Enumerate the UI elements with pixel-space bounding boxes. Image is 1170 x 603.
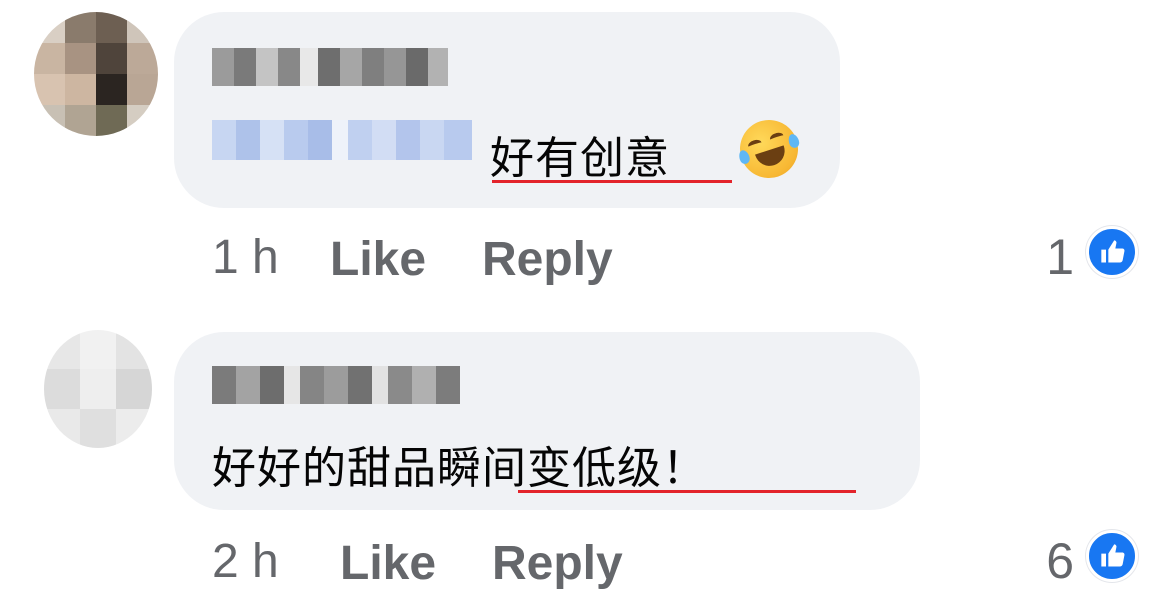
avatar[interactable] xyxy=(34,12,158,136)
reaction-count[interactable]: 6 xyxy=(1030,532,1074,590)
comment-timestamp[interactable]: 1 h xyxy=(212,230,279,285)
spellcheck-underline xyxy=(518,490,856,493)
thumbs-up-icon xyxy=(1101,240,1125,263)
comment-timestamp[interactable]: 2 h xyxy=(212,534,279,589)
author-name-redacted[interactable] xyxy=(212,366,460,404)
avatar[interactable] xyxy=(44,330,152,448)
reaction-count[interactable]: 1 xyxy=(1030,228,1074,286)
author-name-redacted[interactable] xyxy=(212,48,448,86)
like-reaction-icon[interactable] xyxy=(1086,226,1138,278)
comment-text: 好好的甜品瞬间变低级！ xyxy=(212,443,707,494)
mention-name-redacted[interactable] xyxy=(212,120,476,160)
reply-button[interactable]: Reply xyxy=(482,232,613,287)
like-button[interactable]: Like xyxy=(330,232,426,287)
comment-text: 好有创意 xyxy=(490,133,670,184)
reply-button[interactable]: Reply xyxy=(492,536,623,591)
spellcheck-underline xyxy=(492,180,732,183)
thumbs-up-icon xyxy=(1101,544,1125,567)
like-button[interactable]: Like xyxy=(340,536,436,591)
like-reaction-icon[interactable] xyxy=(1086,530,1138,582)
